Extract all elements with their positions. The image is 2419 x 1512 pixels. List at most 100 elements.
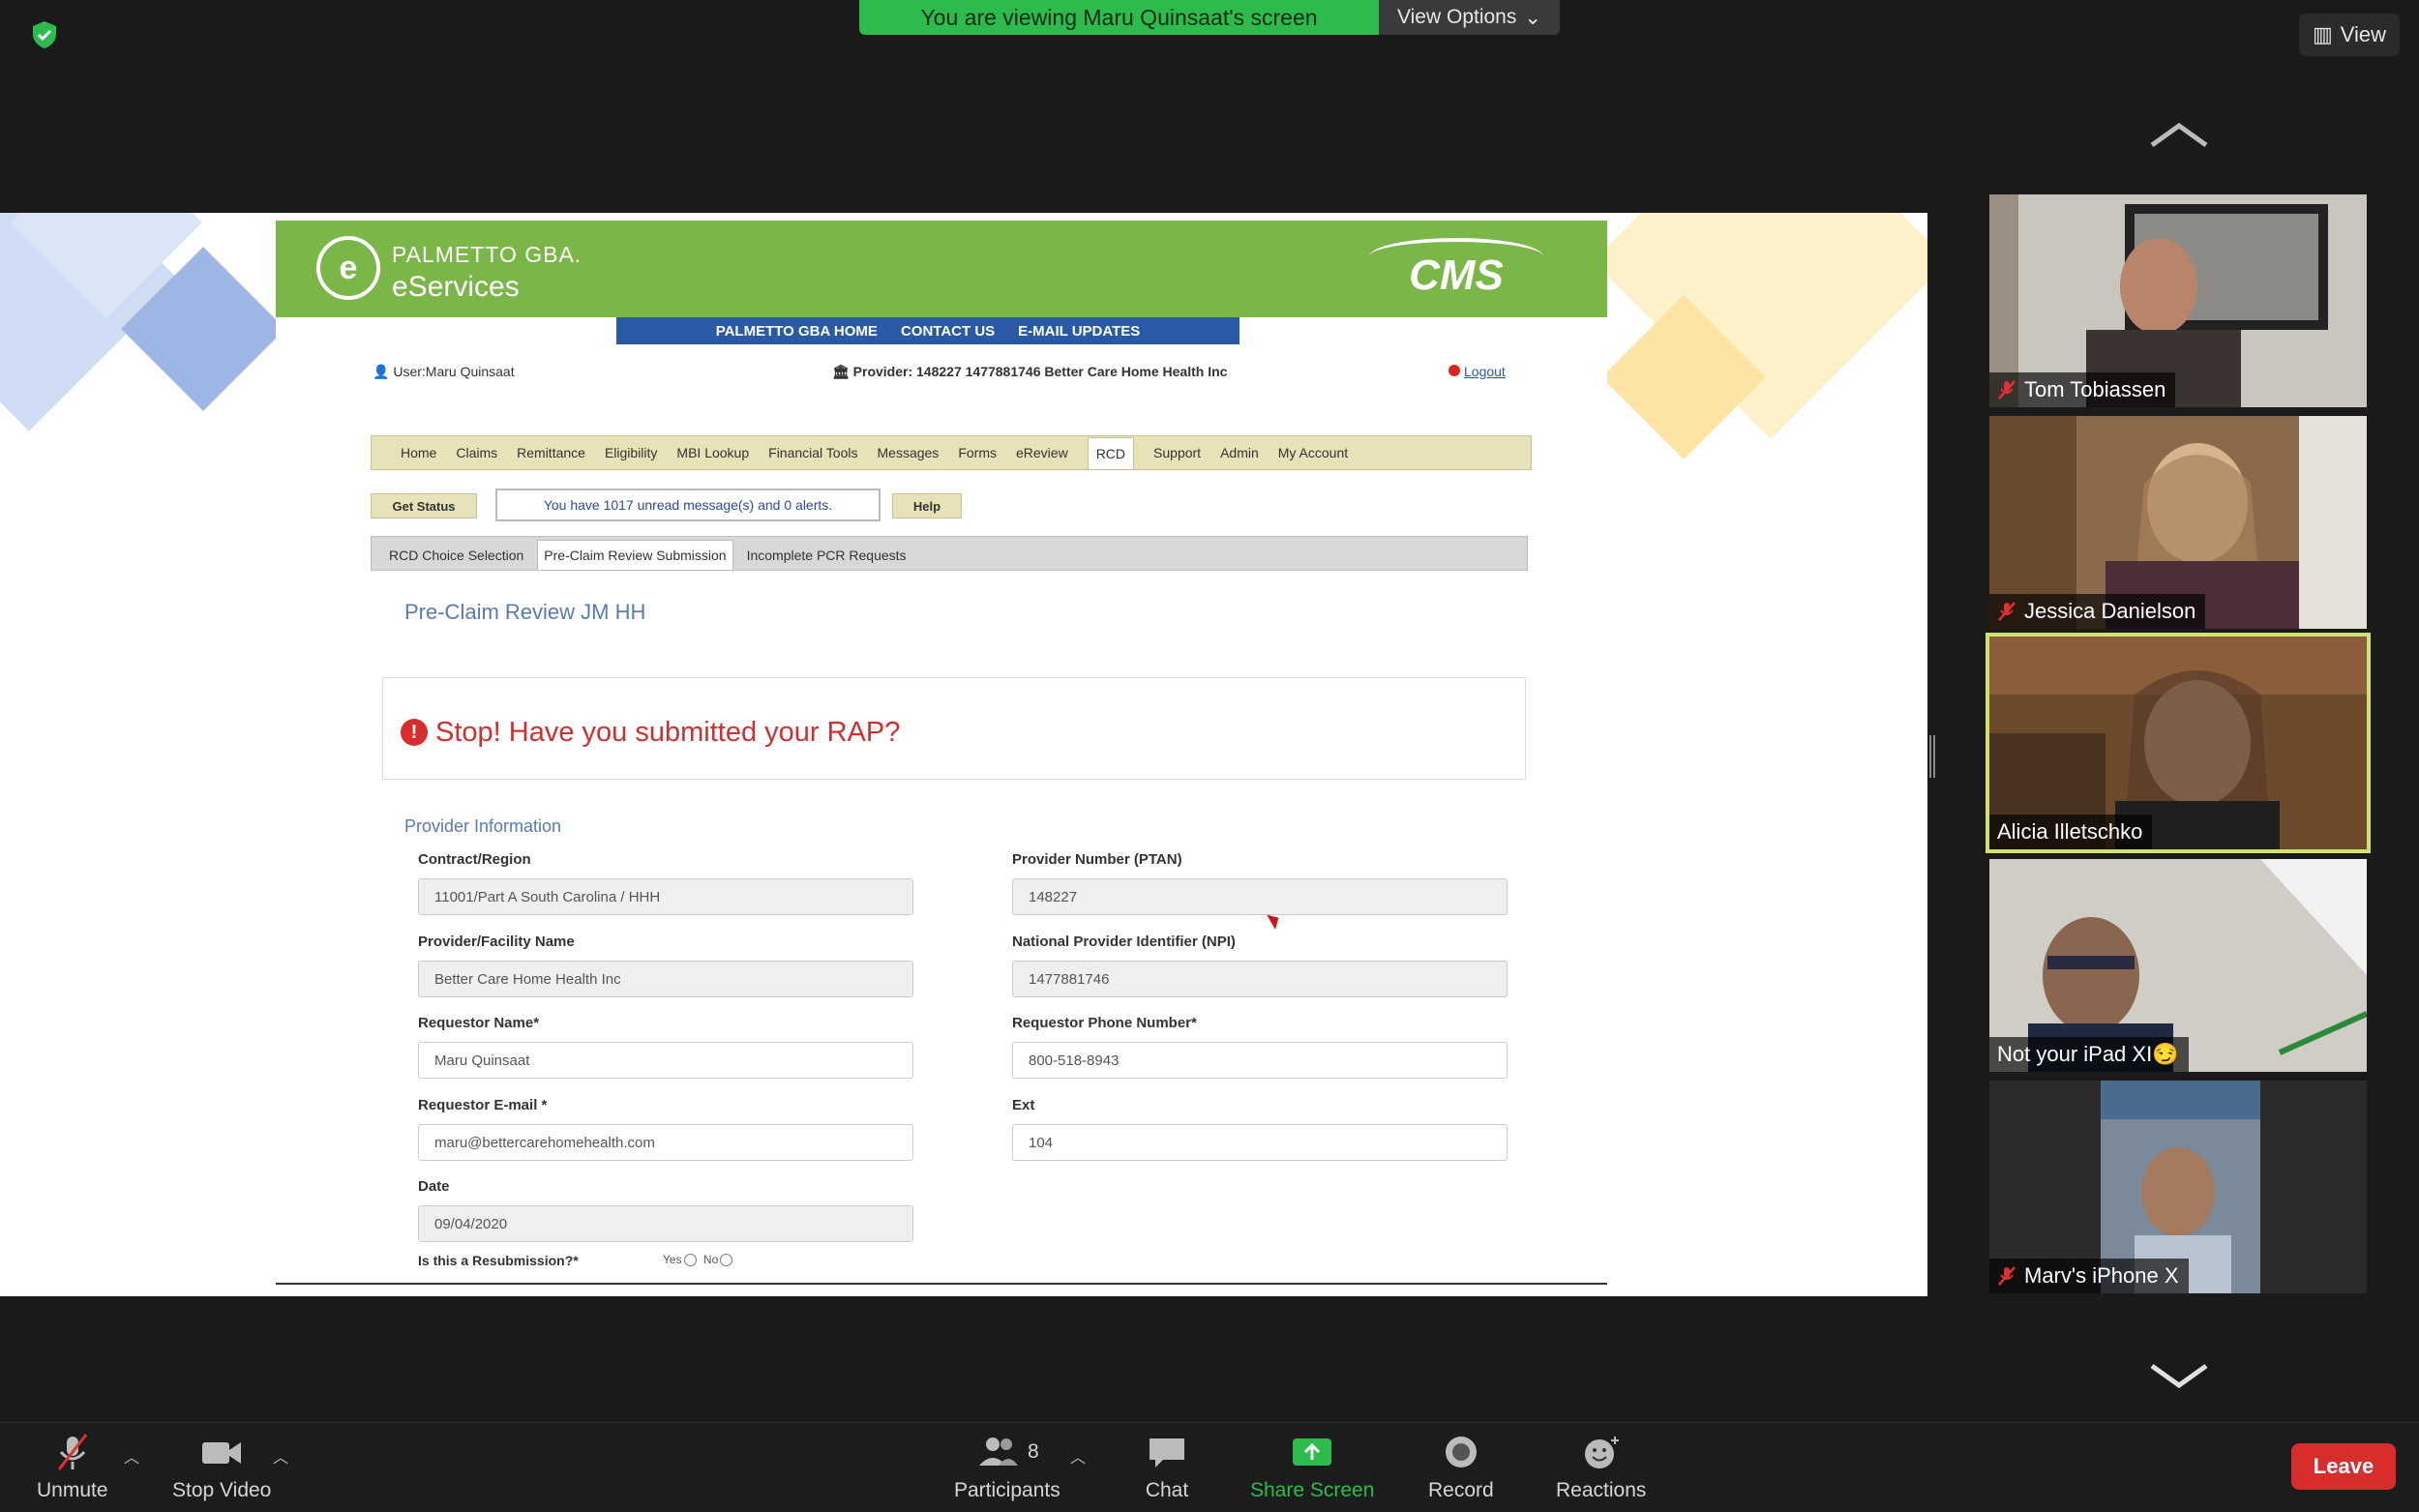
npi-label: National Provider Identifier (NPI) [1012, 934, 1236, 950]
leave-button[interactable]: Leave [2291, 1443, 2396, 1490]
topnav-home-link[interactable]: PALMETTO GBA HOME [716, 323, 878, 340]
facility-name-label: Provider/Facility Name [418, 934, 575, 950]
provider-info: 🏛 Provider: 148227 1477881746 Better Car… [832, 364, 1227, 380]
participant-name-tag: Alicia Illetschko [1989, 815, 2153, 849]
nav-financial-tools[interactable]: Financial Tools [768, 445, 857, 460]
unmute-label: Unmute [37, 1479, 108, 1501]
chevron-down-icon: ⌄ [1524, 6, 1541, 29]
unmute-button[interactable]: Unmute [37, 1433, 108, 1502]
video-tile[interactable]: Jessica Danielson [1989, 416, 2367, 629]
gallery-scroll-down-button[interactable] [2148, 1362, 2210, 1391]
help-button[interactable]: Help [892, 493, 962, 519]
audio-options-caret-icon[interactable]: ︿ [124, 1444, 139, 1468]
grid-view-icon: ▥ [2312, 22, 2333, 46]
nav-remittance[interactable]: Remittance [517, 445, 585, 460]
requestor-email-input[interactable]: maru@bettercarehomehealth.com [418, 1124, 913, 1161]
record-button[interactable]: Record [1428, 1433, 1494, 1502]
tab-rcd-choice[interactable]: RCD Choice Selection [383, 541, 529, 570]
stop-video-button[interactable]: Stop Video [172, 1433, 271, 1502]
participants-options-caret-icon[interactable]: ︿ [1070, 1444, 1086, 1468]
reactions-label: Reactions [1556, 1479, 1647, 1501]
main-navigation: Home Claims Remittance Eligibility MBI L… [371, 435, 1532, 470]
date-label: Date [418, 1178, 450, 1195]
resubmission-yes-radio[interactable] [683, 1254, 697, 1267]
brand-subtitle: eServices [392, 271, 520, 303]
chat-bubble-icon [1150, 1438, 1184, 1468]
requestor-phone-label: Requestor Phone Number* [1012, 1015, 1197, 1031]
muted-mic-icon [1998, 602, 2016, 621]
resubmission-no-radio[interactable] [720, 1254, 733, 1267]
meeting-toolbar: Unmute ︿ Stop Video ︿ 8 Participants ︿ C… [0, 1422, 2419, 1512]
date-field: 09/04/2020 [418, 1205, 913, 1242]
participants-icon [979, 1438, 1019, 1466]
participant-name: Not your iPad XI😏 [1997, 1042, 2179, 1066]
provider-icon: 🏛 [832, 364, 850, 379]
eservices-page: e PALMETTO GBA. eServices CMS PALMETTO G… [276, 221, 1607, 1296]
nav-rcd[interactable]: RCD [1087, 436, 1135, 469]
nav-claims[interactable]: Claims [456, 445, 497, 460]
nav-home[interactable]: Home [401, 445, 436, 460]
user-info: 👤 User:Maru Quinsaat [373, 364, 515, 380]
chevron-down-icon [2150, 1363, 2208, 1389]
participants-label: Participants [954, 1479, 1060, 1501]
view-options-button[interactable]: View Options ⌄ [1379, 0, 1560, 35]
npi-field: 1477881746 [1012, 961, 1508, 997]
video-options-caret-icon[interactable]: ︿ [273, 1444, 288, 1468]
nav-mbi-lookup[interactable]: MBI Lookup [676, 445, 749, 460]
nav-forms[interactable]: Forms [958, 445, 997, 460]
video-tile[interactable]: Not your iPad XI😏 [1989, 859, 2367, 1072]
share-screen-button[interactable]: Share Screen [1250, 1433, 1374, 1502]
resubmission-no-label: No [702, 1253, 719, 1266]
provider-label: Provider: 148227 1477881746 Better Care … [852, 364, 1228, 379]
view-label: View [2340, 22, 2387, 46]
palmetto-logo-icon: e [316, 236, 380, 300]
topnav-contact-link[interactable]: CONTACT US [901, 323, 995, 340]
requestor-name-label: Requestor Name* [418, 1015, 540, 1031]
requestor-phone-input[interactable]: 800-518-8943 [1012, 1042, 1508, 1079]
gallery-scroll-up-button[interactable] [2148, 120, 2210, 149]
share-screen-icon [1293, 1438, 1332, 1466]
video-tile-active-speaker[interactable]: Alicia Illetschko [1986, 633, 2371, 853]
tab-pcr-submission[interactable]: Pre-Claim Review Submission [537, 540, 733, 570]
nav-messages[interactable]: Messages [878, 445, 940, 460]
participant-name: Tom Tobiassen [2024, 377, 2166, 401]
get-status-button[interactable]: Get Status [371, 493, 477, 519]
topnav-email-link[interactable]: E-MAIL UPDATES [1018, 323, 1140, 340]
ext-input[interactable]: 104 [1012, 1124, 1508, 1161]
user-icon: 👤 [373, 364, 390, 379]
nav-ereview[interactable]: eReview [1016, 445, 1068, 460]
requestor-email-label: Requestor E-mail * [418, 1097, 548, 1113]
participant-name-tag: Not your iPad XI😏 [1989, 1037, 2189, 1072]
nav-admin[interactable]: Admin [1220, 445, 1259, 460]
participant-name: Marv's iPhone X [2024, 1263, 2179, 1288]
cms-logo: CMS [1369, 238, 1543, 300]
chevron-up-icon [2150, 122, 2208, 148]
participants-count: 8 [1028, 1440, 1039, 1463]
participants-button[interactable]: 8 Participants [954, 1433, 1060, 1502]
tab-incomplete-pcr[interactable]: Incomplete PCR Requests [741, 541, 912, 570]
resubmission-yes-label: Yes [663, 1253, 682, 1266]
panel-resize-handle[interactable] [1929, 735, 1935, 778]
logout-link[interactable]: Logout [1448, 364, 1506, 379]
exclamation-icon: ! [401, 719, 428, 746]
video-tile[interactable]: Marv's iPhone X [1989, 1081, 2367, 1293]
message-alert-box[interactable]: You have 1017 unread message(s) and 0 al… [495, 489, 881, 521]
view-button[interactable]: ▥ View [2299, 14, 2400, 56]
requestor-name-input[interactable]: Maru Quinsaat [418, 1042, 913, 1079]
nav-my-account[interactable]: My Account [1278, 445, 1348, 460]
reactions-button[interactable]: Reactions [1556, 1433, 1646, 1502]
nav-support[interactable]: Support [1153, 445, 1201, 460]
video-tile[interactable]: Tom Tobiassen [1989, 194, 2367, 407]
participant-name: Alicia Illetschko [1997, 819, 2143, 844]
alert-text: Stop! Have you submitted your RAP? [435, 717, 901, 748]
security-shield-icon[interactable] [29, 19, 60, 50]
reactions-emoji-icon [1584, 1437, 1619, 1468]
logout-icon [1448, 365, 1460, 376]
palmetto-header: e PALMETTO GBA. eServices CMS [276, 221, 1607, 317]
viewing-screen-banner: You are viewing Maru Quinsaat's screen [859, 0, 1379, 35]
chat-label: Chat [1145, 1479, 1189, 1501]
nav-eligibility[interactable]: Eligibility [605, 445, 657, 460]
chat-button[interactable]: Chat [1144, 1433, 1190, 1502]
page-title: Pre-Claim Review JM HH [404, 600, 646, 624]
participants-icon-group: 8 [975, 1433, 1039, 1471]
